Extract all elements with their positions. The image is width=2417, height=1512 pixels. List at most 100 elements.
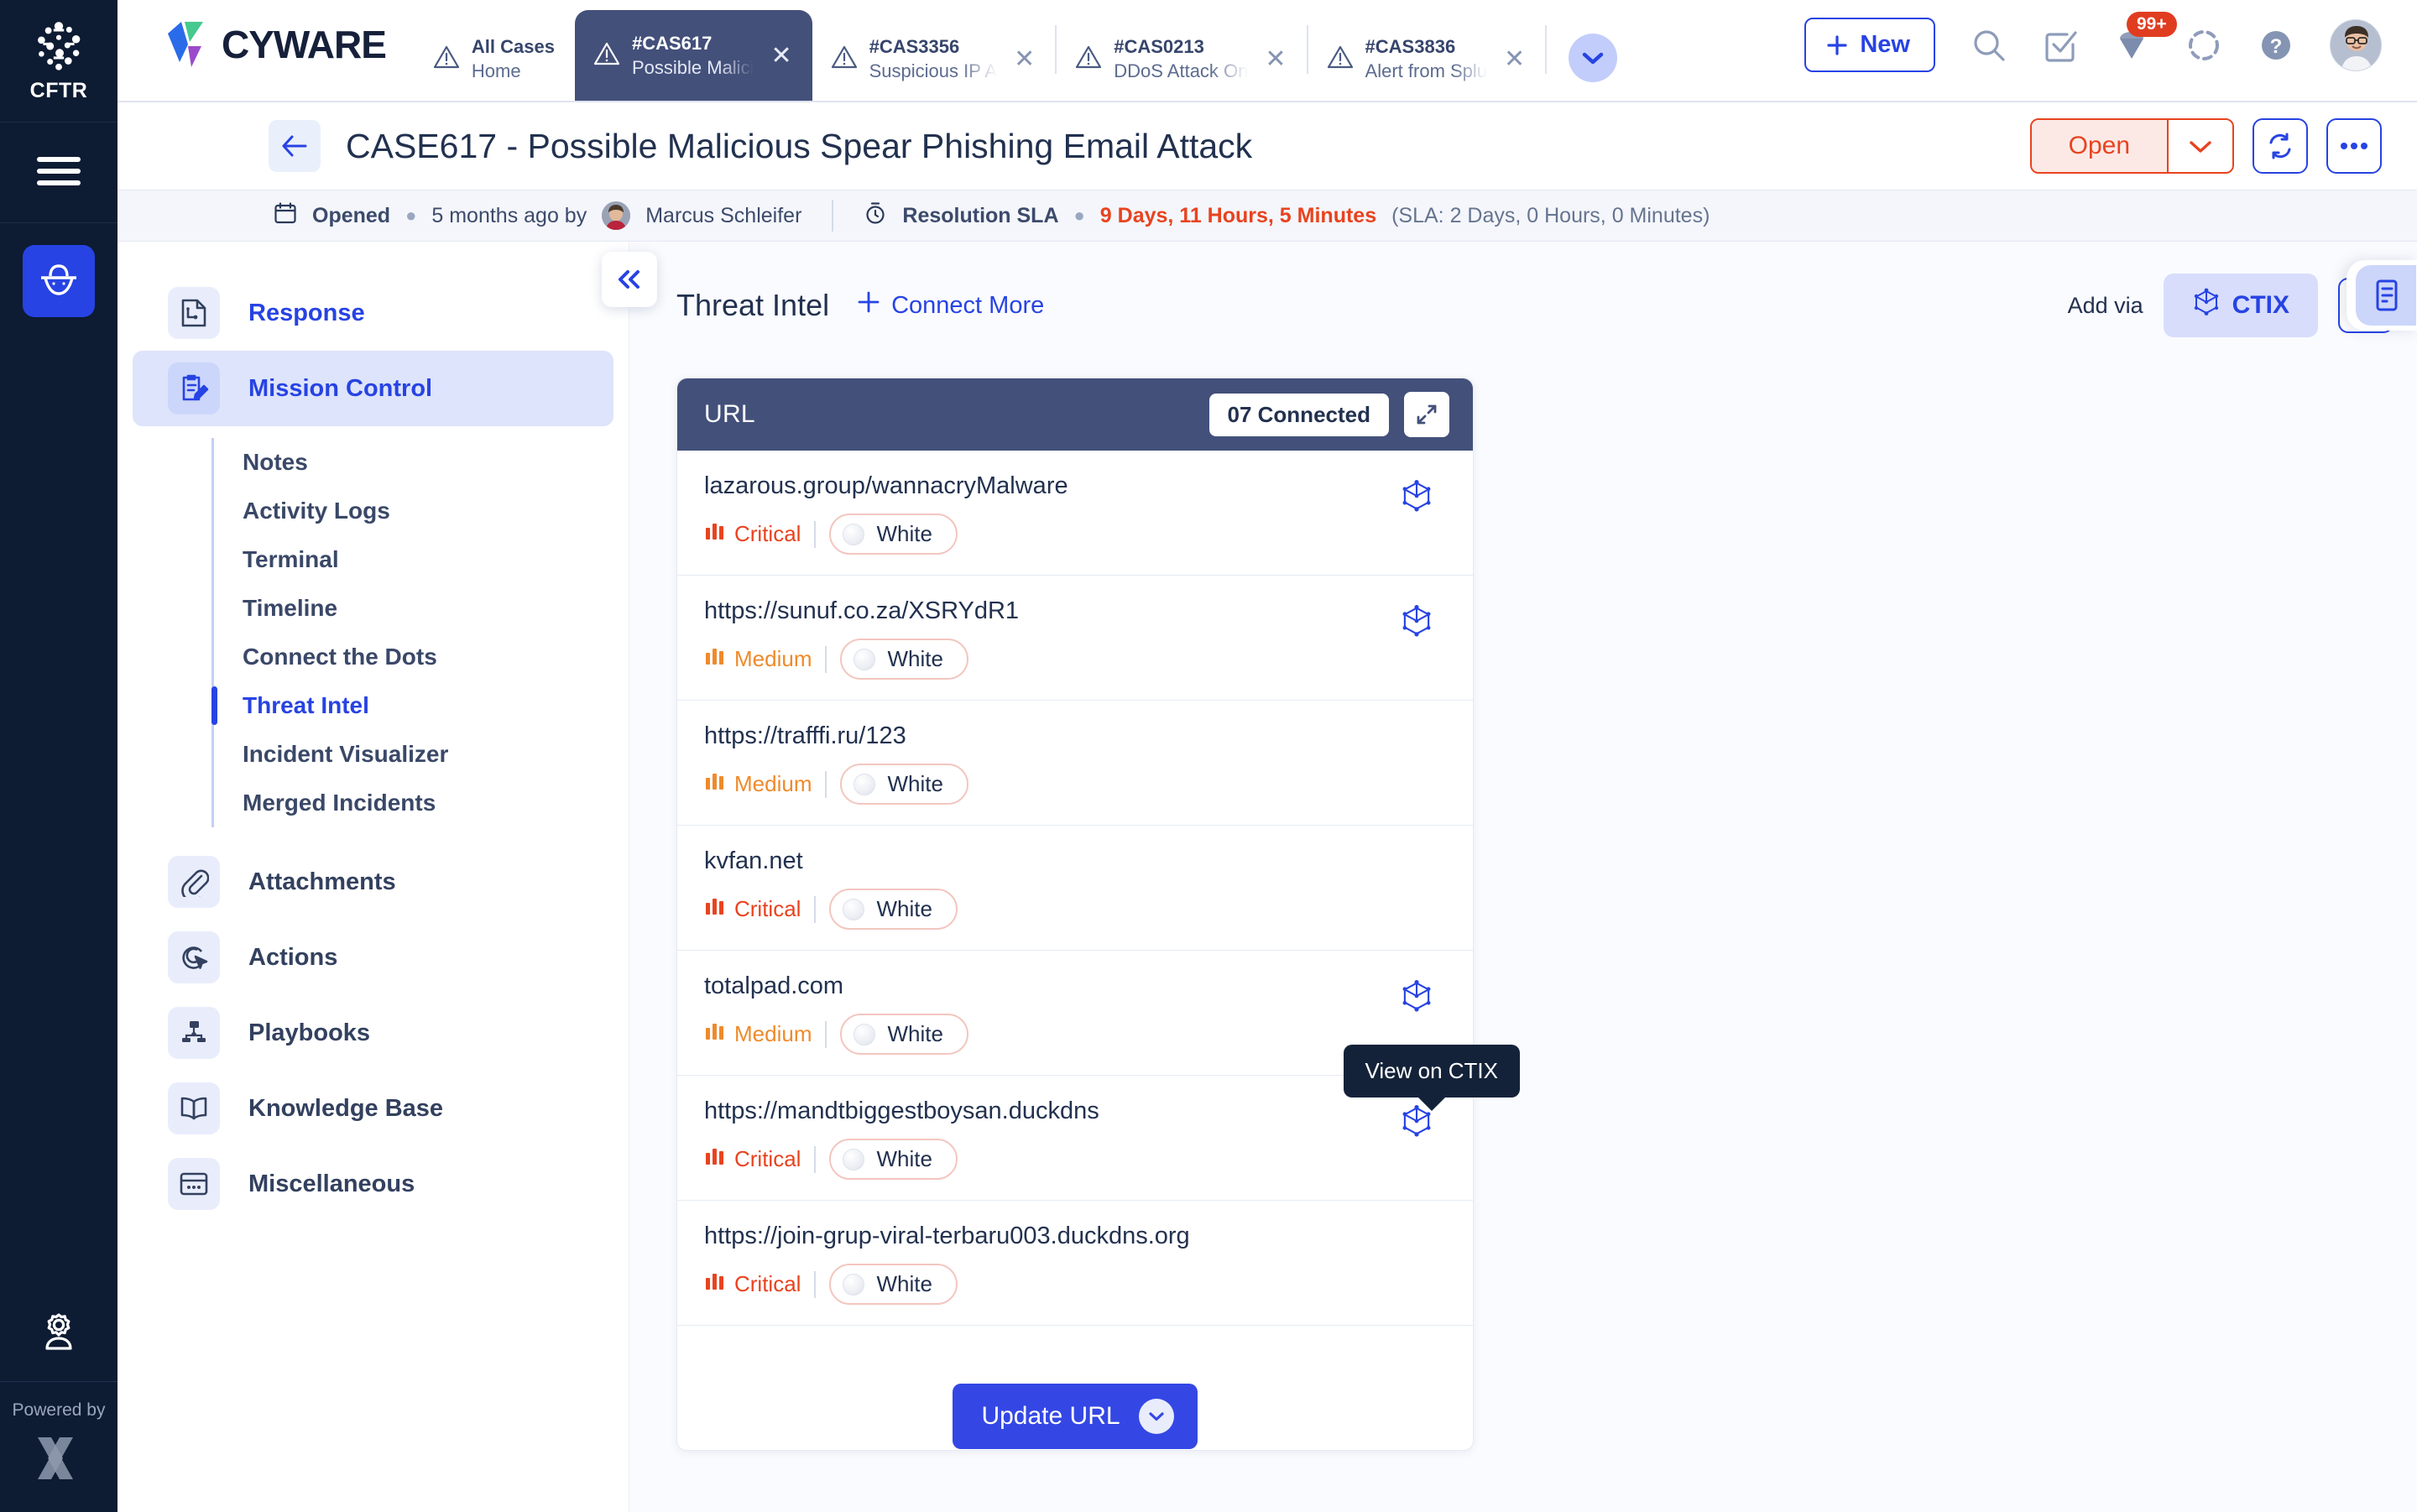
- tlp-label: White: [887, 1021, 942, 1047]
- tab-cas3836[interactable]: #CAS3836 Alert from Splu ✕: [1308, 17, 1546, 101]
- severity-label: Critical: [734, 1146, 801, 1172]
- sidebar-item-terminal[interactable]: Terminal: [214, 535, 629, 584]
- indicator-value: kvfan.net: [704, 847, 1387, 875]
- side-panel-toggle[interactable]: [2347, 260, 2417, 331]
- nav-item-attachments[interactable]: Attachments: [133, 844, 613, 920]
- status-badge: Open: [2032, 120, 2167, 172]
- rail-divider-3: [0, 1381, 117, 1382]
- bell-icon[interactable]: 99+: [2113, 27, 2150, 64]
- sync-icon[interactable]: [2253, 118, 2308, 174]
- calendar-icon: [274, 201, 297, 231]
- tag-divider: [825, 646, 827, 673]
- tab-subtitle: Alert from Splu: [1365, 59, 1488, 83]
- chevron-down-icon[interactable]: [2167, 120, 2232, 172]
- threat-intel-header: Threat Intel Connect More Add via: [629, 274, 2417, 337]
- update-url-button[interactable]: Update URL: [953, 1384, 1197, 1449]
- nav-item-miscellaneous[interactable]: Miscellaneous: [133, 1146, 613, 1222]
- row-tags: Critical White: [704, 514, 1387, 555]
- connect-more-button[interactable]: Connect More: [856, 289, 1044, 321]
- severity-label: Medium: [734, 771, 812, 797]
- row-tags: Critical White: [704, 889, 1387, 930]
- ellipsis-icon[interactable]: [2326, 118, 2382, 174]
- sidebar-item-timeline[interactable]: Timeline: [214, 584, 629, 633]
- sidebar-item-notes[interactable]: Notes: [214, 438, 629, 487]
- hamburger-icon[interactable]: [35, 154, 82, 192]
- tlp-badge: White: [840, 1014, 968, 1055]
- tab-close-icon[interactable]: ✕: [1504, 44, 1525, 74]
- expand-arrows-icon[interactable]: [1404, 392, 1449, 437]
- tab-close-icon[interactable]: ✕: [1014, 44, 1035, 74]
- chevron-down-icon[interactable]: [1569, 34, 1617, 82]
- nav-item-actions[interactable]: Actions: [133, 920, 613, 995]
- sidebar-item-merged-incidents[interactable]: Merged Incidents: [214, 779, 629, 827]
- search-icon[interactable]: [1971, 27, 2007, 64]
- table-row[interactable]: totalpad.com Medium: [677, 951, 1473, 1076]
- meta-dot: ●: [1074, 205, 1085, 227]
- tag-divider: [814, 1146, 816, 1173]
- tlp-dot-icon: [843, 524, 864, 545]
- paperclip-icon: [168, 856, 220, 908]
- sidebar-item-incident-visualizer[interactable]: Incident Visualizer: [214, 730, 629, 779]
- view-on-ctix-button[interactable]: [1387, 472, 1446, 514]
- tab-cas0213[interactable]: #CAS0213 DDoS Attack On ✕: [1057, 17, 1306, 101]
- nav-item-mission-control[interactable]: Mission Control: [133, 351, 613, 426]
- tlp-dot-icon: [843, 1149, 864, 1170]
- spy-hat-icon[interactable]: [23, 245, 95, 317]
- table-row[interactable]: kvfan.net Critical: [677, 826, 1473, 951]
- view-on-ctix-button[interactable]: [1387, 597, 1446, 639]
- checkbox-check-icon[interactable]: [2043, 28, 2078, 63]
- severity-label: Critical: [734, 896, 801, 922]
- nav-item-knowledge-base[interactable]: Knowledge Base: [133, 1071, 613, 1146]
- view-on-ctix-button[interactable]: [1387, 972, 1446, 1014]
- table-row[interactable]: https://sunuf.co.za/XSRYdR1 Medium: [677, 576, 1473, 701]
- table-row[interactable]: https://trafffi.ru/123 Medium: [677, 701, 1473, 826]
- chevron-down-icon[interactable]: [1139, 1399, 1174, 1434]
- dashed-circle-icon[interactable]: [2185, 27, 2222, 64]
- tab-cas617[interactable]: #CAS617 Possible Malici ✕: [575, 10, 812, 101]
- tab-close-icon[interactable]: ✕: [770, 41, 791, 70]
- sidebar-item-activity-logs[interactable]: Activity Logs: [214, 487, 629, 535]
- row-action-placeholder: [1387, 847, 1446, 852]
- ctix-label: CTIX: [2232, 291, 2289, 320]
- severity-badge: Medium: [704, 770, 812, 798]
- nav-item-playbooks[interactable]: Playbooks: [133, 995, 613, 1071]
- top-bar-actions: New 99+ ?: [1804, 18, 2417, 101]
- table-row[interactable]: lazarous.group/wannacryMalware Critical: [677, 451, 1473, 576]
- row-tags: Critical White: [704, 1264, 1387, 1305]
- tab-id: All Cases: [472, 34, 555, 59]
- rail-divider-2: [0, 222, 117, 223]
- rail-bottom: Powered by: [0, 1293, 117, 1512]
- tab-cas3356[interactable]: #CAS3356 Suspicious IP A ✕: [812, 17, 1056, 101]
- status-dropdown[interactable]: Open: [2030, 118, 2234, 174]
- cyware-logo[interactable]: CYWARE: [117, 18, 386, 101]
- sidebar-item-threat-intel[interactable]: Threat Intel: [214, 681, 629, 730]
- tab-subtitle: Suspicious IP A: [869, 59, 997, 83]
- new-button[interactable]: New: [1804, 18, 1935, 72]
- tab-close-icon[interactable]: ✕: [1265, 44, 1286, 74]
- add-via-ctix-button[interactable]: CTIX: [2164, 274, 2318, 337]
- double-chevron-left-icon[interactable]: [602, 252, 657, 307]
- sla-elapsed: 9 Days, 11 Hours, 5 Minutes: [1100, 204, 1376, 228]
- table-row[interactable]: https://join-grup-viral-terbaru003.duckd…: [677, 1201, 1473, 1326]
- tag-divider: [814, 521, 816, 548]
- arrow-left-icon[interactable]: [269, 120, 321, 172]
- tab-subtitle: Home: [472, 59, 555, 83]
- svg-text:?: ?: [2270, 35, 2283, 58]
- indicator-value: https://mandtbiggestboysan.duckdns: [704, 1098, 1387, 1125]
- plus-icon: [856, 289, 881, 321]
- tab-all-cases[interactable]: All Cases Home: [415, 17, 575, 101]
- user-gear-icon[interactable]: [35, 1293, 82, 1381]
- rail-logo[interactable]: CFTR: [30, 18, 88, 103]
- molecule-icon: [31, 18, 86, 74]
- threat-intel-content: Threat Intel Connect More Add via: [629, 242, 2417, 1512]
- sidebar-item-connect-the-dots[interactable]: Connect the Dots: [214, 633, 629, 681]
- question-mark-icon[interactable]: ?: [2258, 27, 2294, 64]
- avatar[interactable]: [2330, 19, 2382, 71]
- case-tab-strip: All Cases Home #CAS617 Possible Malici ✕: [415, 0, 1617, 101]
- card-header-actions: 07 Connected: [1209, 392, 1450, 437]
- connect-more-label: Connect More: [891, 292, 1044, 320]
- severity-bars-icon: [704, 770, 726, 798]
- nav-item-response[interactable]: Response: [133, 275, 613, 351]
- new-button-label: New: [1860, 31, 1910, 59]
- connected-count-chip[interactable]: 07 Connected: [1209, 394, 1390, 436]
